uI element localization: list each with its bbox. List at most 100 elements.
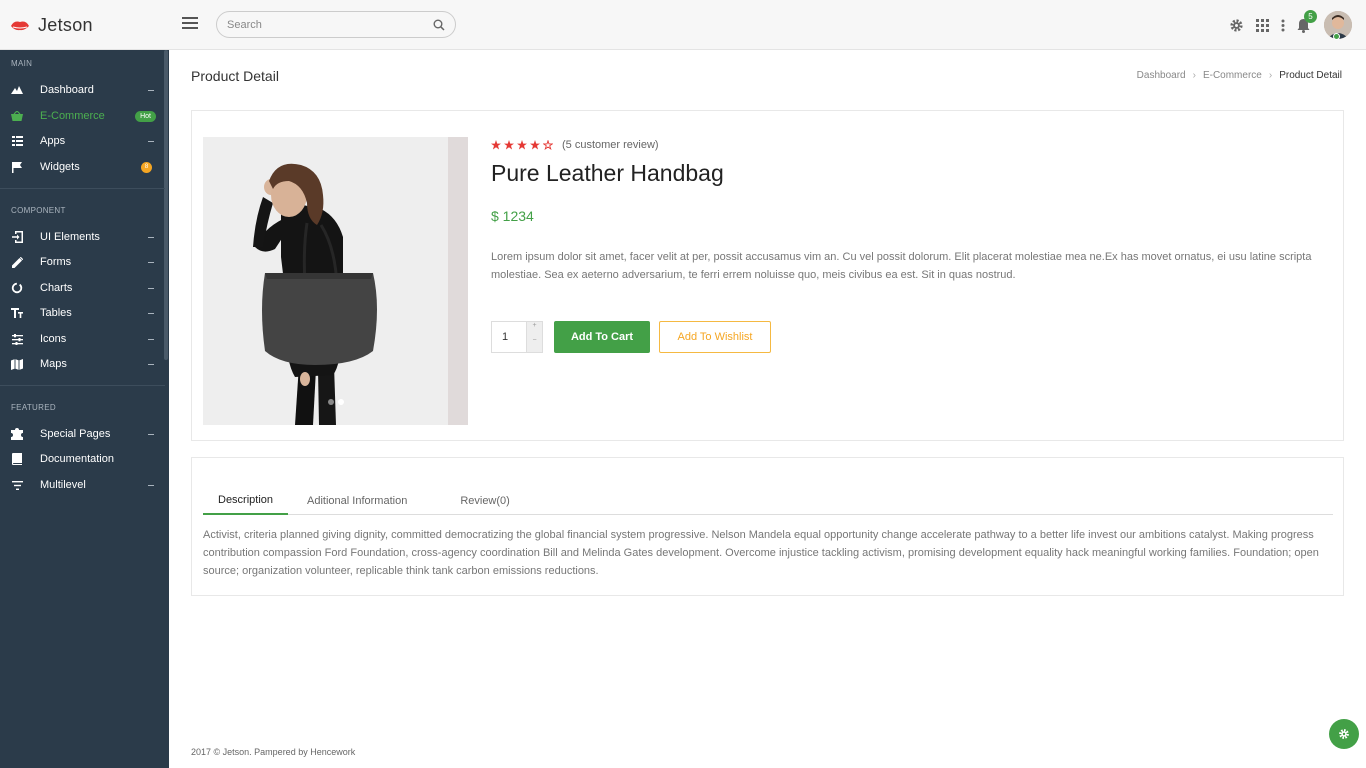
sidebar-item-ui-elements[interactable]: UI Elements xyxy=(0,226,165,248)
search-input[interactable] xyxy=(227,18,433,31)
brand-name: Jetson xyxy=(38,14,93,35)
sidebar-divider xyxy=(0,188,165,189)
flag-icon xyxy=(11,161,23,173)
gear-icon xyxy=(1339,729,1349,739)
add-to-wishlist-button[interactable]: Add To Wishlist xyxy=(659,321,771,353)
carousel-dots xyxy=(328,399,348,405)
sidebar-item-widgets[interactable]: Widgets 8 xyxy=(0,156,165,178)
carousel-dot-1[interactable] xyxy=(328,399,334,405)
mountain-icon xyxy=(11,84,23,96)
text-height-icon xyxy=(11,307,23,319)
section-title-main: MAIN xyxy=(11,59,33,68)
book-icon xyxy=(11,453,23,465)
product-name: Pure Leather Handbag xyxy=(491,160,724,186)
section-title-featured: FEATURED xyxy=(11,403,56,412)
search-icon[interactable] xyxy=(433,19,445,31)
breadcrumb-link-ecommerce[interactable]: E-Commerce xyxy=(1203,70,1262,81)
sidebar-item-label: Apps xyxy=(40,135,66,147)
caret-icon xyxy=(148,89,154,91)
notification-count-badge: 5 xyxy=(1304,9,1317,23)
settings-button[interactable] xyxy=(1229,18,1244,33)
sidebar-item-label: Icons xyxy=(40,333,67,345)
tab-additional-information[interactable]: Aditional Information xyxy=(292,487,422,515)
star-empty-icon xyxy=(543,140,553,150)
sidebar-item-label: Dashboard xyxy=(40,84,94,96)
notifications-button[interactable]: 5 xyxy=(1297,9,1317,33)
product-card: (5 customer review) Pure Leather Handbag… xyxy=(191,110,1344,441)
more-options-button[interactable] xyxy=(1281,19,1285,32)
sidebar: MAIN Dashboard E-Commerce Hot Apps Widge… xyxy=(0,50,169,768)
brand[interactable]: Jetson xyxy=(0,0,169,50)
product-rating: (5 customer review) xyxy=(491,139,659,151)
sidebar-item-tables[interactable]: Tables xyxy=(0,302,165,324)
breadcrumb-current: Product Detail xyxy=(1279,70,1342,81)
sidebar-item-label: Tables xyxy=(40,307,72,319)
add-to-cart-button[interactable]: Add To Cart xyxy=(554,321,650,353)
carousel-dot-2[interactable] xyxy=(338,399,344,405)
sidebar-item-label: Special Pages xyxy=(40,428,111,440)
star-filled-icon xyxy=(504,140,514,150)
sidebar-divider xyxy=(0,385,165,386)
quantity-decrement-button[interactable]: − xyxy=(526,337,542,352)
quantity-buttons: + − xyxy=(526,322,542,352)
sidebar-item-label: Documentation xyxy=(40,453,114,465)
star-filled-icon xyxy=(517,140,527,150)
quantity-value[interactable]: 1 xyxy=(492,322,526,352)
menu-toggle-button[interactable] xyxy=(182,17,198,31)
apps-grid-icon xyxy=(1256,18,1269,32)
sidebar-item-documentation[interactable]: Documentation xyxy=(0,448,165,470)
pencil-icon xyxy=(11,256,23,268)
review-count[interactable]: (5 customer review) xyxy=(562,139,659,151)
filter-list-icon xyxy=(11,479,23,491)
caret-icon xyxy=(148,236,154,238)
sidebar-item-label: Multilevel xyxy=(40,479,86,491)
star-filled-icon xyxy=(530,140,540,150)
breadcrumb-link-dashboard[interactable]: Dashboard xyxy=(1137,70,1186,81)
tab-description[interactable]: Description xyxy=(203,487,289,515)
star-filled-icon xyxy=(491,140,501,150)
sidebar-item-apps[interactable]: Apps xyxy=(0,130,165,152)
caret-icon xyxy=(148,287,154,289)
puzzle-icon xyxy=(11,428,23,440)
sidebar-item-multilevel[interactable]: Multilevel xyxy=(0,474,165,496)
sidebar-item-icons[interactable]: Icons xyxy=(0,328,165,350)
product-photo xyxy=(203,137,468,425)
apps-grid-button[interactable] xyxy=(1256,18,1269,32)
caret-icon xyxy=(148,338,154,340)
sidebar-item-charts[interactable]: Charts xyxy=(0,277,165,299)
chart-ring-icon xyxy=(11,282,23,294)
section-title-component: COMPONENT xyxy=(11,206,66,215)
quantity-stepper[interactable]: 1 + − xyxy=(491,321,543,353)
product-description: Lorem ipsum dolor sit amet, facer velit … xyxy=(491,251,1312,281)
logo-icon xyxy=(11,21,29,31)
chevron-right-icon: › xyxy=(1192,70,1196,81)
caret-icon xyxy=(148,363,154,365)
online-status-dot xyxy=(1333,33,1340,40)
footer-text: 2017 © Jetson. Pampered by Hencework xyxy=(191,747,356,757)
page-title: Product Detail xyxy=(191,68,279,84)
tab-review[interactable]: Review(0) xyxy=(445,487,525,515)
caret-icon xyxy=(148,433,154,435)
sidebar-item-label: UI Elements xyxy=(40,231,100,243)
settings-fab-button[interactable] xyxy=(1329,719,1359,749)
basket-icon xyxy=(11,110,23,122)
quantity-increment-button[interactable]: + xyxy=(526,322,542,337)
sidebar-item-label: Forms xyxy=(40,256,72,268)
tab-content-description: Activist, criteria planned giving dignit… xyxy=(203,529,1319,577)
chevron-right-icon: › xyxy=(1268,70,1273,81)
search-box[interactable] xyxy=(216,11,456,38)
product-info-tabs-card: Description Aditional Information Review… xyxy=(191,457,1344,596)
widgets-count-badge: 8 xyxy=(141,161,152,173)
sidebar-item-dashboard[interactable]: Dashboard xyxy=(0,79,165,101)
sidebar-item-ecommerce[interactable]: E-Commerce Hot xyxy=(0,105,165,127)
top-header: Jetson Search 5 xyxy=(0,0,1366,50)
sidebar-item-forms[interactable]: Forms xyxy=(0,251,165,273)
gear-icon xyxy=(1230,18,1243,32)
tab-bar: Description Aditional Information Review… xyxy=(203,487,1333,515)
sliders-icon xyxy=(11,333,23,345)
header-actions: 5 xyxy=(1217,0,1352,50)
more-vert-icon xyxy=(1281,19,1285,31)
sidebar-item-maps[interactable]: Maps xyxy=(0,353,165,375)
sidebar-item-special-pages[interactable]: Special Pages xyxy=(0,423,165,445)
product-image-carousel[interactable] xyxy=(203,137,468,425)
